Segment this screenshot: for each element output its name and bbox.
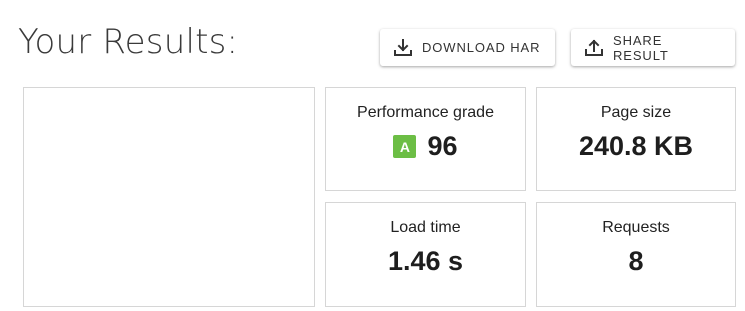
page-screenshot-panel [23, 87, 315, 307]
share-result-label: SHARE RESULT [613, 32, 669, 63]
share-result-button[interactable]: SHARE RESULT [571, 29, 735, 66]
performance-grade-card: Performance grade A 96 [325, 87, 526, 191]
download-har-label: DOWNLOAD HAR [422, 40, 541, 55]
page-size-value: 240.8 KB [578, 131, 694, 161]
performance-score: 96 [427, 131, 458, 161]
page-title: Your Results: [18, 22, 239, 62]
download-icon [393, 38, 413, 58]
performance-grade-value: A 96 [393, 131, 458, 162]
page-size-card: Page size 240.8 KB [536, 87, 736, 191]
performance-grade-label: Performance grade [357, 104, 494, 121]
load-time-label: Load time [390, 219, 461, 236]
grade-badge: A [393, 135, 417, 158]
share-upload-icon [584, 38, 604, 58]
load-time-card: Load time 1.46 s [325, 202, 526, 307]
page-size-label: Page size [600, 104, 672, 121]
load-time-value: 1.46 s [387, 246, 464, 276]
download-har-button[interactable]: DOWNLOAD HAR [380, 29, 555, 66]
requests-value: 8 [628, 246, 644, 276]
requests-label: Requests [602, 219, 670, 236]
requests-card: Requests 8 [536, 202, 736, 307]
